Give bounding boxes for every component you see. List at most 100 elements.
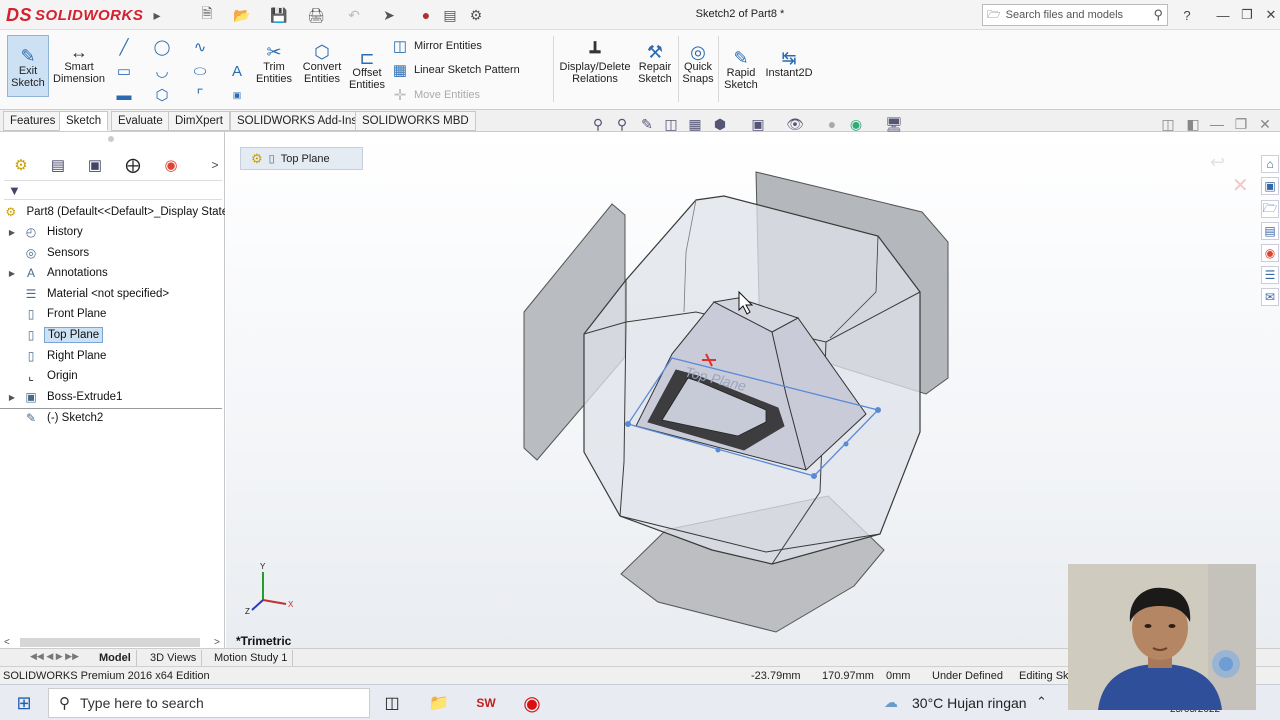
zoom-to-fit-icon[interactable]: ⚲ (588, 114, 608, 134)
appearances-icon[interactable]: ◉ (1261, 244, 1279, 262)
display-delete-relations-button[interactable]: ┻ Display/Delete Relations (558, 32, 632, 106)
task-view-icon[interactable]: ◫ (374, 688, 410, 718)
dimxpert-manager-tab-icon[interactable]: ⨁ (118, 152, 148, 178)
tree-item-boss-extrude1[interactable]: ▶ ▣ Boss-Extrude1 (0, 387, 225, 407)
tab-solidworks-addins[interactable]: SOLIDWORKS Add-Ins (230, 111, 365, 131)
feature-manager-tab-icon[interactable]: ⚙ (6, 152, 36, 178)
tree-item-material[interactable]: ☰ Material <not specified> (0, 284, 225, 304)
weather-text[interactable]: 30°C Hujan ringan (912, 695, 1027, 711)
view-orientation-icon[interactable]: ⬢ (710, 114, 730, 134)
slot-tool-icon[interactable]: ▬ (115, 86, 133, 104)
design-library-icon[interactable]: 🗁 (1261, 200, 1279, 218)
instant2d-button[interactable]: ↹ Instant2D (764, 38, 814, 112)
close-icon[interactable]: ✕ (1262, 6, 1280, 24)
tab-features[interactable]: Features (3, 111, 63, 131)
viewport-minimize-icon[interactable]: — (1207, 114, 1227, 134)
ellipse-tool-icon[interactable]: ⬭ (191, 62, 209, 80)
display-style-icon[interactable]: ▣ (748, 114, 768, 134)
property-manager-tab-icon[interactable]: ▤ (43, 152, 73, 178)
expand-arrow-icon[interactable]: ▶ (6, 393, 18, 402)
file-properties-icon[interactable]: ▤ (441, 6, 459, 24)
offset-entities-button[interactable]: ⊏ Offset Entities (348, 38, 386, 112)
file-explorer-icon[interactable]: ▤ (1261, 222, 1279, 240)
tab-solidworks-mbd[interactable]: SOLIDWORKS MBD (355, 111, 476, 131)
tree-item-top-plane[interactable]: ▯ Top Plane (0, 325, 225, 345)
section-view-icon[interactable]: ◫ (661, 114, 681, 134)
tab-motion-study-1[interactable]: Motion Study 1 (209, 650, 294, 666)
arc-tool-icon[interactable]: ◡ (153, 62, 171, 80)
windows-start-icon[interactable]: ⊞ (6, 688, 42, 718)
print-icon[interactable]: 🖨 (305, 6, 327, 24)
repair-sketch-button[interactable]: ⚒ Repair Sketch (636, 32, 674, 106)
tree-item-origin[interactable]: ⌞ Origin (0, 366, 225, 386)
tab-evaluate[interactable]: Evaluate (111, 111, 170, 131)
spline-tool-icon[interactable]: ∿ (191, 38, 209, 56)
open-folder-icon[interactable]: 📂 (230, 6, 254, 24)
edit-appearance-icon[interactable]: ● (822, 114, 842, 134)
filter-bar[interactable]: ▼ (4, 180, 222, 200)
configuration-manager-tab-icon[interactable]: ▣ (80, 152, 110, 178)
solidworks-taskbar-icon[interactable]: SW (468, 688, 504, 718)
rectangle-tool-icon[interactable]: ▭ (115, 62, 133, 80)
exit-sketch-button[interactable]: ✎ Exit Sketch (7, 35, 49, 97)
screen-recorder-icon[interactable]: ◉ (514, 688, 550, 718)
line-tool-icon[interactable]: ╱ (115, 38, 133, 56)
text-tool-icon[interactable]: A (228, 62, 246, 80)
mirror-entities-button[interactable]: ◫ Mirror Entities (392, 36, 482, 56)
convert-entities-button[interactable]: ⬡ Convert Entities (300, 32, 344, 106)
circle-tool-icon[interactable]: ◯ (153, 38, 171, 56)
tree-root-part[interactable]: ⚙ Part8 (Default<<Default>_Display State (0, 202, 225, 222)
tile-viewport-icon[interactable]: ◫ (1158, 114, 1178, 134)
rebuild-icon[interactable]: ● (418, 6, 434, 24)
tray-chevron-icon[interactable]: ⌃ (1036, 694, 1047, 710)
tree-item-annotations[interactable]: ▶ A Annotations (0, 263, 225, 283)
viewport-restore-icon[interactable]: ❐ (1231, 114, 1251, 134)
new-document-icon[interactable]: 🗎 (196, 5, 218, 24)
help-icon[interactable]: ? (1178, 6, 1196, 24)
tab-sketch[interactable]: Sketch (59, 111, 109, 131)
save-icon[interactable]: 💾 (268, 6, 290, 24)
apply-scene-icon[interactable]: ◉ (846, 114, 866, 134)
forum-icon[interactable]: ✉ (1261, 288, 1279, 306)
viewport-expand-icon[interactable]: ◧ (1183, 114, 1203, 134)
restore-icon[interactable]: ❐ (1238, 6, 1256, 24)
tab-3d-views[interactable]: 3D Views (145, 650, 203, 666)
view-settings-icon[interactable]: 🖥 (884, 114, 904, 134)
rapid-sketch-button[interactable]: ✎ Rapid Sketch (722, 38, 760, 112)
tree-item-sensors[interactable]: ◎ Sensors (0, 243, 225, 263)
tree-item-history[interactable]: ▶ ◴ History (0, 222, 225, 242)
point-tool-icon[interactable]: ▣ (228, 86, 246, 104)
search-files-field[interactable]: 🗁 Search files and models ⚲ (982, 4, 1168, 26)
breadcrumb[interactable]: ⚙ ▯ Top Plane (240, 147, 363, 170)
tree-item-sketch2[interactable]: ✎ (-) Sketch2 (0, 408, 225, 428)
scroll-thumb[interactable] (20, 637, 200, 647)
taskbar-search-field[interactable]: ⚲ Type here to search (48, 688, 370, 718)
custom-properties-icon[interactable]: ☰ (1261, 266, 1279, 284)
file-explorer-taskbar-icon[interactable]: 📁 (421, 688, 457, 718)
select-arrow-icon[interactable]: ➤ (380, 6, 398, 24)
fillet-tool-icon[interactable]: ⌜ (191, 86, 209, 104)
display-manager-tab-icon[interactable]: ◉ (156, 152, 186, 178)
resources-icon[interactable]: ▣ (1261, 177, 1279, 195)
dynamic-annotation-view-icon[interactable]: ▦ (685, 114, 705, 134)
smart-dimension-button[interactable]: ↔ Smart Dimension (52, 32, 106, 106)
undo-icon[interactable]: ↶ (343, 6, 365, 24)
scroll-right-icon[interactable]: > (214, 637, 224, 648)
expand-arrow-icon[interactable]: ▶ (6, 228, 18, 237)
polygon-tool-icon[interactable]: ⬡ (153, 86, 171, 104)
zoom-to-area-icon[interactable]: ⚲ (612, 114, 632, 134)
minimize-icon[interactable]: — (1214, 6, 1232, 24)
move-entities-button[interactable]: ✛ Move Entities (392, 85, 480, 105)
scroll-left-icon[interactable]: < (4, 637, 16, 648)
tree-item-right-plane[interactable]: ▯ Right Plane (0, 346, 225, 366)
expand-arrow-icon[interactable]: ▶ (6, 269, 18, 278)
tab-scroll-arrows[interactable]: ◀◀ ◀ ▶ ▶▶ (30, 651, 86, 663)
tree-item-front-plane[interactable]: ▯ Front Plane (0, 304, 225, 324)
viewport-close-icon[interactable]: ✕ (1255, 114, 1275, 134)
options-gear-icon[interactable]: ⚙ (465, 6, 487, 24)
tab-model[interactable]: Model (94, 650, 137, 666)
previous-view-icon[interactable]: ✎ (637, 114, 657, 134)
home-icon[interactable]: ⌂ (1261, 155, 1279, 173)
trim-entities-button[interactable]: ✂ Trim Entities (254, 32, 294, 106)
hide-show-items-icon[interactable]: 👁 (785, 114, 805, 134)
